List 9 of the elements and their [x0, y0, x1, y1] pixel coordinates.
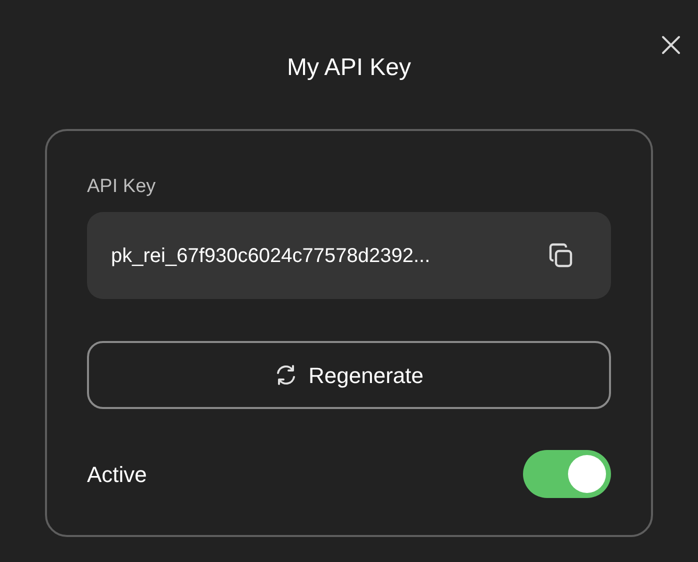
close-button[interactable]	[660, 34, 682, 56]
close-icon	[661, 35, 681, 55]
field-label: API Key	[87, 175, 157, 199]
active-label: Active	[87, 460, 147, 488]
regenerate-button[interactable]: Regenerate	[87, 341, 611, 409]
api-key-value: pk_rei_67f930c6024c77578d2392...	[111, 244, 430, 268]
dialog-title: My API Key	[286, 53, 412, 83]
active-toggle[interactable]	[523, 450, 611, 498]
refresh-icon	[274, 364, 296, 386]
